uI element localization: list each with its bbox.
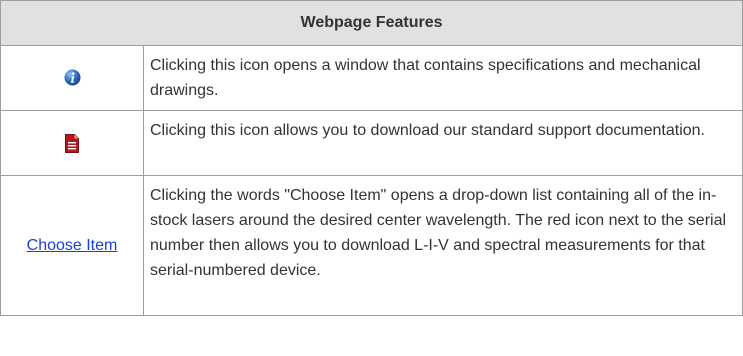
info-icon[interactable] [64,69,81,86]
table-row: Choose Item Clicking the words "Choose I… [0,175,743,316]
table-row: Clicking this icon opens a window that c… [0,45,743,111]
choose-item-description: Clicking the words "Choose Item" opens a… [143,175,743,316]
choose-item-link[interactable]: Choose Item [27,237,118,254]
document-icon-description: Clicking this icon allows you to downloa… [143,110,743,176]
icon-cell [0,45,144,111]
choose-item-cell: Choose Item [0,175,144,316]
info-icon-description: Clicking this icon opens a window that c… [143,45,743,111]
table-title: Webpage Features [0,0,743,46]
icon-cell [0,110,144,176]
table-row: Clicking this icon allows you to downloa… [0,110,743,176]
document-icon[interactable] [65,133,79,153]
table-header-row: Webpage Features [0,0,743,46]
webpage-features-table: Webpage Features Clicking this icon open… [0,0,743,316]
